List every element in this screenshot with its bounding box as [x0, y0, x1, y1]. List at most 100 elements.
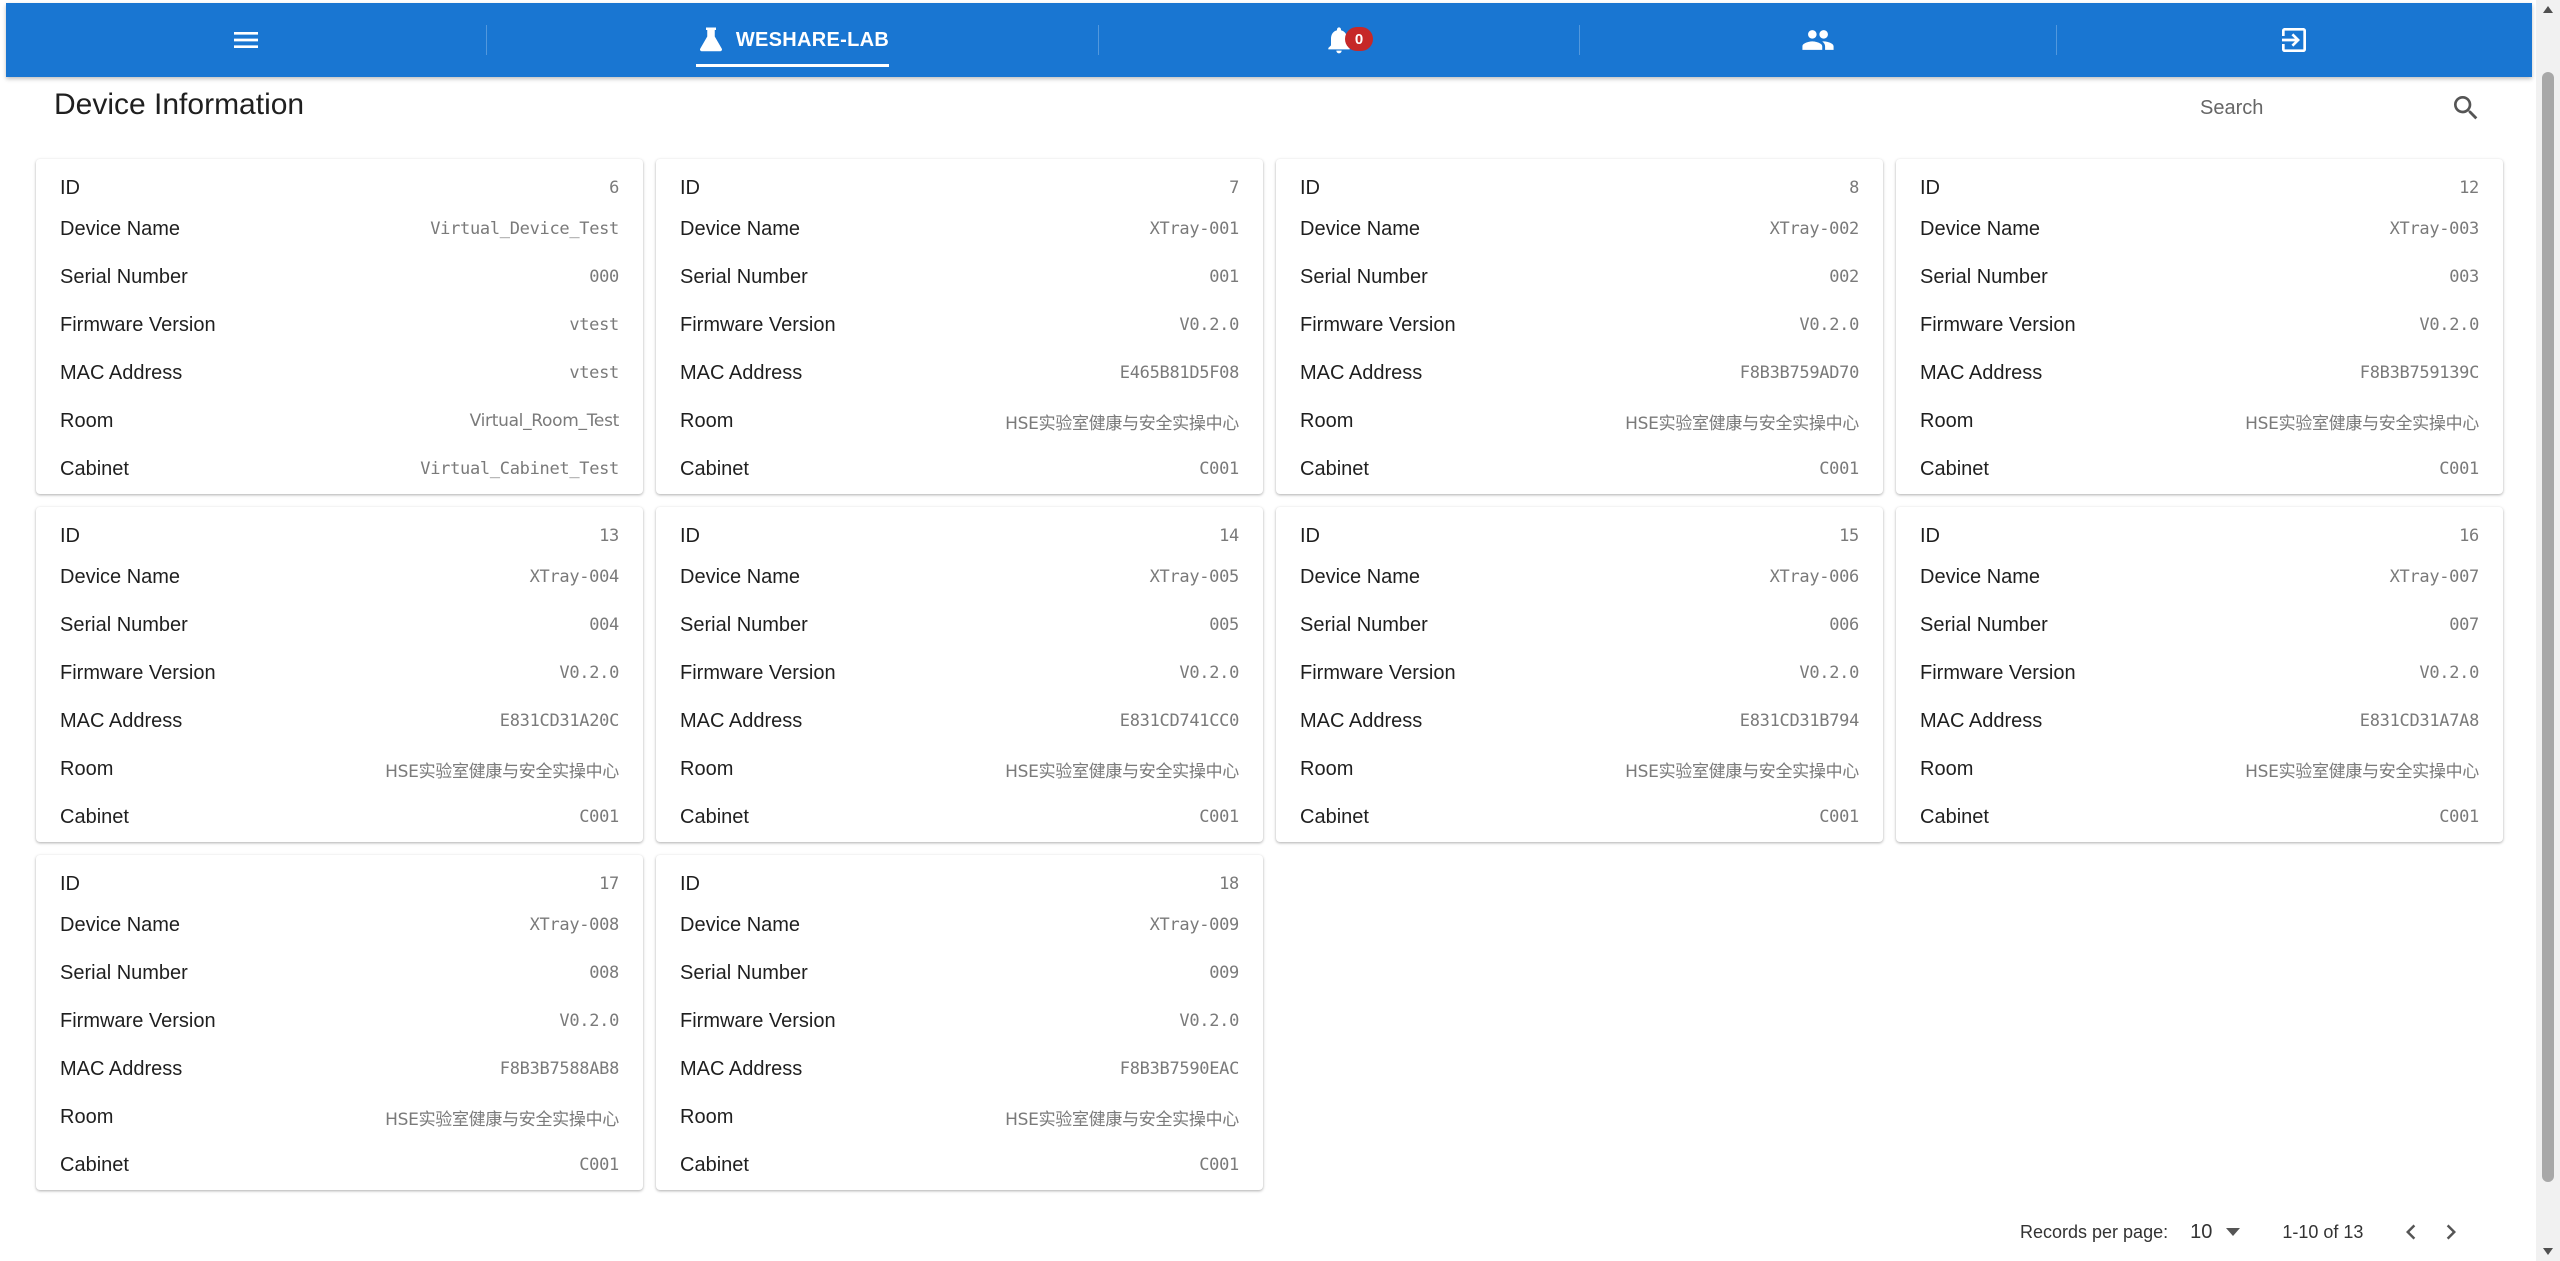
device-field-row-serial-number: Serial Number 003 — [1920, 253, 2479, 301]
field-label: Firmware Version — [60, 1009, 216, 1032]
field-value: Virtual_Cabinet_Test — [420, 459, 619, 479]
field-label: Serial Number — [60, 613, 188, 636]
device-field-row-serial-number: Serial Number 002 — [1300, 253, 1859, 301]
menu-button[interactable] — [6, 3, 486, 77]
field-value: F8B3B759139C — [2359, 363, 2480, 383]
field-value: 13 — [599, 526, 619, 546]
notification-count-badge: 0 — [1345, 27, 1373, 51]
field-label: ID — [60, 524, 80, 547]
device-card: ID 8 Device Name XTray-002 Serial Number 002 F… — [1276, 159, 1883, 494]
field-label: ID — [1300, 176, 1320, 199]
field-label: Device Name — [1300, 217, 1421, 240]
field-label: Cabinet — [680, 805, 749, 828]
device-field-row-device-name: Device Name XTray-005 — [680, 553, 1239, 601]
device-field-row-device-name: Device Name XTray-008 — [60, 901, 619, 949]
device-field-row-id: ID 13 — [60, 519, 619, 553]
device-field-row-serial-number: Serial Number 000 — [60, 253, 619, 301]
field-label: MAC Address — [680, 1057, 803, 1080]
field-label: ID — [680, 176, 700, 199]
field-value: HSE实验室健康与安全实操中心 — [385, 1109, 619, 1130]
device-field-row-device-name: Device Name XTray-004 — [60, 553, 619, 601]
device-field-row-room: Room HSE实验室健康与安全实操中心 — [60, 1093, 619, 1141]
field-value: C001 — [1819, 459, 1859, 479]
field-value: C001 — [1199, 459, 1239, 479]
vertical-scrollbar[interactable] — [2536, 0, 2560, 1261]
field-label: Serial Number — [60, 961, 188, 984]
field-label: Cabinet — [60, 1153, 129, 1176]
device-field-row-cabinet: Cabinet C001 — [1920, 445, 2479, 493]
device-field-row-firmware-version: Firmware Version V0.2.0 — [680, 649, 1239, 697]
device-field-row-serial-number: Serial Number 004 — [60, 601, 619, 649]
app-bar: WESHARE-LAB 0 — [6, 3, 2532, 77]
field-value: 005 — [1209, 615, 1239, 635]
device-field-row-cabinet: Cabinet C001 — [60, 793, 619, 841]
field-value: V0.2.0 — [2419, 315, 2479, 335]
field-label: Device Name — [680, 565, 801, 588]
chevron-right-icon — [2447, 1224, 2457, 1240]
search-input[interactable] — [2200, 90, 2430, 126]
device-field-row-mac-address: MAC Address F8B3B7588AB8 — [60, 1045, 619, 1093]
field-value: XTray-006 — [1769, 567, 1860, 587]
users-button[interactable] — [1580, 3, 2056, 77]
field-value: V0.2.0 — [559, 663, 619, 683]
field-label: Device Name — [1300, 565, 1421, 588]
pagination-bar: Records per page: 10 1-10 of 13 — [2000, 1212, 2500, 1252]
field-label: MAC Address — [60, 1057, 183, 1080]
device-field-row-id: ID 18 — [680, 867, 1239, 901]
field-value: E465B81D5F08 — [1119, 363, 1240, 383]
device-field-row-room: Room HSE实验室健康与安全实操中心 — [1300, 745, 1859, 793]
device-card: ID 14 Device Name XTray-005 Serial Number 005… — [656, 507, 1263, 842]
field-value: V0.2.0 — [1179, 663, 1239, 683]
device-field-row-firmware-version: Firmware Version V0.2.0 — [1300, 301, 1859, 349]
logout-button[interactable] — [2057, 3, 2531, 77]
device-field-row-firmware-version: Firmware Version V0.2.0 — [680, 301, 1239, 349]
field-label: Cabinet — [1920, 805, 1989, 828]
field-value: V0.2.0 — [1799, 663, 1859, 683]
field-label: Device Name — [680, 913, 801, 936]
device-field-row-firmware-version: Firmware Version V0.2.0 — [1920, 649, 2479, 697]
next-page-button[interactable] — [2431, 1212, 2471, 1252]
scroll-thumb[interactable] — [2542, 72, 2554, 1182]
field-value: 7 — [1229, 178, 1239, 198]
records-per-page-select[interactable]: 10 — [2190, 1221, 2241, 1244]
device-field-row-device-name: Device Name Virtual_Device_Test — [60, 205, 619, 253]
field-label: MAC Address — [60, 361, 183, 384]
field-label: MAC Address — [1300, 361, 1423, 384]
dropdown-caret-icon — [2226, 1228, 2241, 1236]
notifications-button[interactable]: 0 — [1099, 3, 1579, 77]
field-value: 002 — [1829, 267, 1859, 287]
device-field-row-firmware-version: Firmware Version V0.2.0 — [680, 997, 1239, 1045]
device-field-row-room: Room HSE实验室健康与安全实操中心 — [1920, 745, 2479, 793]
field-value: HSE实验室健康与安全实操中心 — [1625, 761, 1859, 782]
field-label: Serial Number — [680, 265, 808, 288]
field-value: 004 — [589, 615, 619, 635]
field-label: Cabinet — [60, 457, 129, 480]
field-label: Firmware Version — [680, 1009, 836, 1032]
field-value: XTray-001 — [1149, 219, 1240, 239]
device-field-row-id: ID 12 — [1920, 171, 2479, 205]
exit-icon — [2282, 28, 2306, 52]
field-label: Serial Number — [60, 265, 188, 288]
field-label: Cabinet — [680, 1153, 749, 1176]
field-label: ID — [1920, 524, 1940, 547]
brand-tab[interactable]: WESHARE-LAB — [487, 3, 1098, 77]
device-field-row-mac-address: MAC Address vtest — [60, 349, 619, 397]
field-label: Device Name — [60, 217, 181, 240]
scroll-down-arrow-icon[interactable] — [2543, 1248, 2553, 1255]
field-label: Room — [60, 757, 114, 780]
scroll-up-arrow-icon[interactable] — [2543, 6, 2553, 13]
field-label: Room — [680, 409, 734, 432]
field-label: Cabinet — [1300, 805, 1369, 828]
previous-page-button[interactable] — [2391, 1212, 2431, 1252]
device-field-row-firmware-version: Firmware Version V0.2.0 — [1300, 649, 1859, 697]
device-field-row-room: Room HSE实验室健康与安全实操中心 — [680, 1093, 1239, 1141]
device-field-row-mac-address: MAC Address E831CD31A20C — [60, 697, 619, 745]
field-label: Cabinet — [1300, 457, 1369, 480]
field-value: HSE实验室健康与安全实操中心 — [385, 761, 619, 782]
device-field-row-device-name: Device Name XTray-003 — [1920, 205, 2479, 253]
field-value: 003 — [2449, 267, 2479, 287]
search-icon[interactable] — [2450, 92, 2482, 124]
field-value: HSE实验室健康与安全实操中心 — [2245, 761, 2479, 782]
field-label: Room — [60, 409, 114, 432]
device-field-row-serial-number: Serial Number 001 — [680, 253, 1239, 301]
